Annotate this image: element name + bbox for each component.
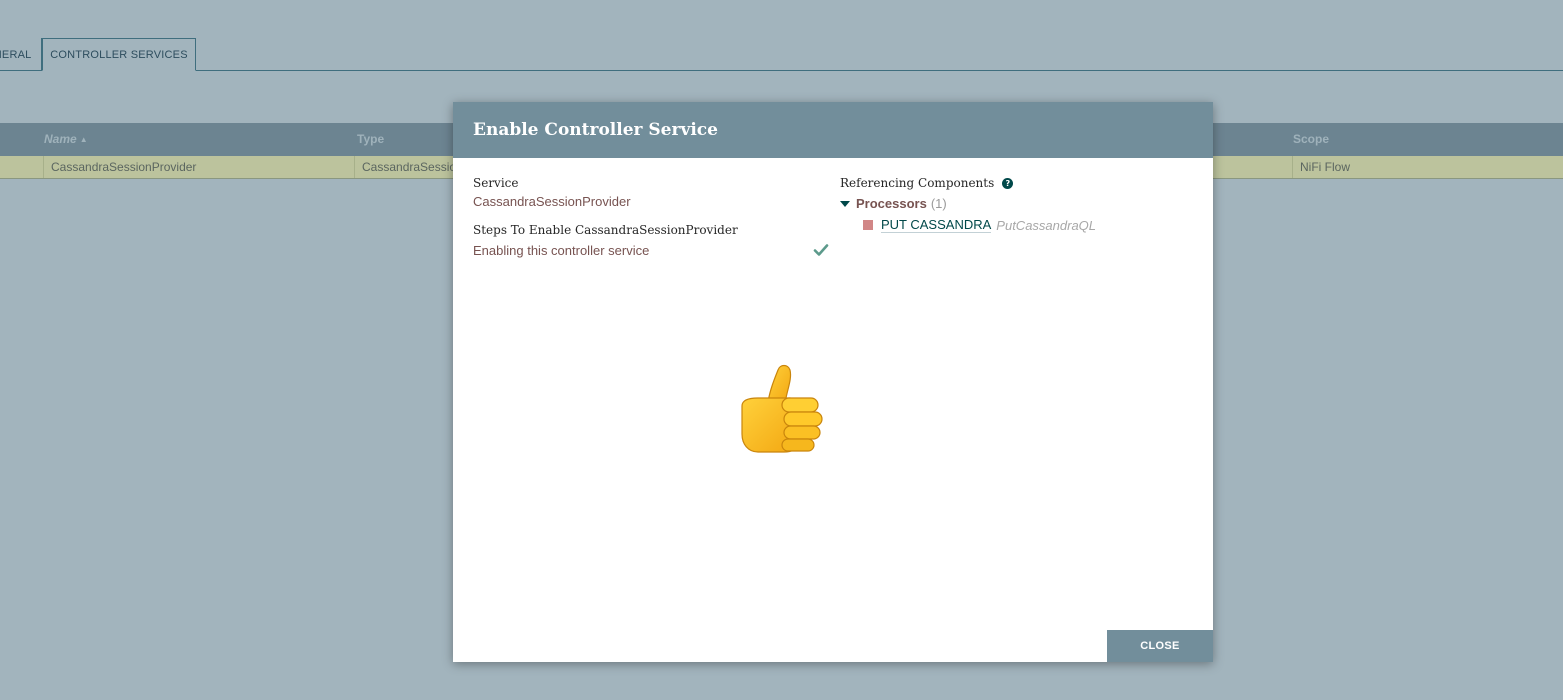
tabs-divider [0,70,1563,71]
step-row: Enabling this controller service [473,242,829,260]
cell-type: CassandraSessionProvider [354,156,454,178]
referencing-components: Referencing Components ? Processors (1) … [840,176,1193,233]
check-icon [813,244,829,256]
cell-scope: NiFi Flow [1292,156,1563,178]
column-header-name[interactable]: Name ▲ [44,123,88,156]
dialog-title: Enable Controller Service [473,120,718,140]
service-details: Service CassandraSessionProvider Steps T… [473,176,829,260]
processors-group-toggle[interactable]: Processors (1) [840,196,1193,211]
sort-asc-icon: ▲ [79,135,88,145]
tab-controller-services[interactable]: CONTROLLER SERVICES [42,38,196,71]
steps-label: Steps To Enable CassandraSessionProvider [473,223,738,237]
service-label: Service [473,176,519,190]
thumbs-up-icon [741,364,823,453]
enable-controller-service-dialog: Enable Controller Service Service Cassan… [453,102,1213,662]
tab-general[interactable]: GENERAL [0,38,42,71]
help-icon[interactable]: ? [1002,177,1014,189]
stopped-icon [863,220,873,230]
processor-link[interactable]: PUT CASSANDRA [881,217,992,233]
processors-label: Processors [856,196,927,211]
dialog-header: Enable Controller Service [453,102,1213,158]
close-button[interactable]: CLOSE [1107,630,1213,662]
step-text: Enabling this controller service [473,243,650,258]
service-value: CassandraSessionProvider [473,194,631,209]
processors-count: (1) [930,196,947,211]
cell-name: CassandraSessionProvider [43,156,354,178]
column-header-scope[interactable]: Scope [1293,123,1329,156]
processor-type: PutCassandraQL [996,217,1097,233]
caret-down-icon[interactable] [840,200,850,207]
referencing-components-label: Referencing Components [840,176,995,190]
column-header-type[interactable]: Type [357,123,384,156]
list-item: PUT CASSANDRA PutCassandraQL [863,217,1193,233]
